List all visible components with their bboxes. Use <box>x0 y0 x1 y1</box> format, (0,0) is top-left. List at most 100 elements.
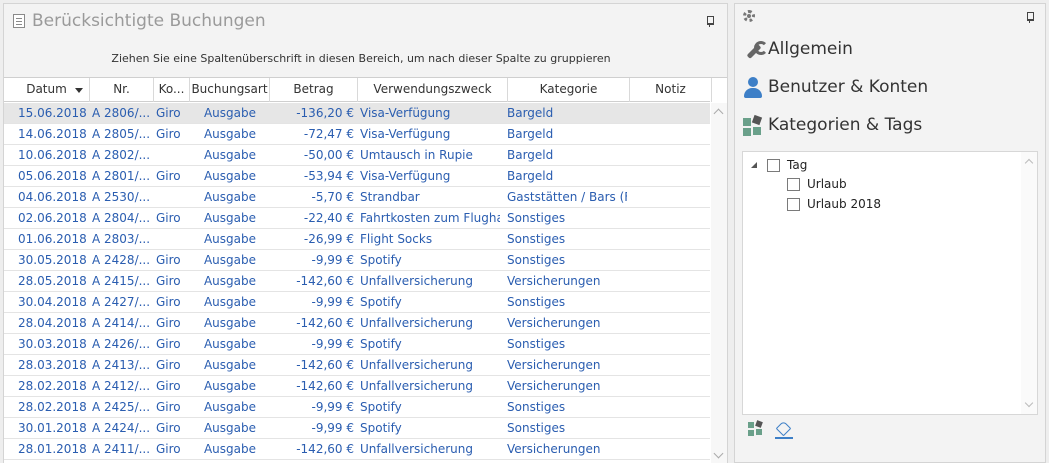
cell-betrag: -9,99 € <box>311 421 355 435</box>
tag-checkbox[interactable] <box>767 159 780 172</box>
cell-kategorie: Bargeld <box>507 148 554 162</box>
cell-konto: Giro <box>156 169 181 183</box>
urlaub-checkbox[interactable] <box>787 178 800 191</box>
table-row[interactable]: 14.06.2018 A 2805/... Giro Ausgabe -72,47 € V… <box>4 124 710 145</box>
column-header-betrag[interactable]: Betrag <box>270 78 358 102</box>
cell-konto: Giro <box>156 400 181 414</box>
column-header-verwendungszweck[interactable]: Verwendungszweck <box>358 78 508 102</box>
cell-nr: A 2427/... <box>92 295 151 309</box>
cell-buchungsart: Ausgabe <box>203 337 257 351</box>
sort-descending-icon <box>75 88 83 93</box>
scroll-up-icon[interactable] <box>1024 158 1034 168</box>
cell-konto: Giro <box>156 442 181 456</box>
cell-konto <box>156 187 192 207</box>
cell-buchungsart: Ausgabe <box>203 421 257 435</box>
column-header-datum[interactable]: Datum <box>4 78 90 102</box>
cell-kategorie: Versicherungen <box>507 379 601 393</box>
cell-konto <box>156 229 192 249</box>
nav-item-allgemein[interactable]: Allgemein <box>741 36 1031 64</box>
table-row[interactable]: 28.01.2018 A 2411/... Giro Ausgabe -142,60 €… <box>4 439 710 460</box>
cell-kategorie: Versicherungen <box>507 274 601 288</box>
table-row[interactable]: 05.06.2018 A 2801/... Giro Ausgabe -53,94 € V… <box>4 166 710 187</box>
cell-konto: Giro <box>156 106 181 120</box>
tree-node-tag[interactable]: Tag <box>751 157 951 175</box>
nav-item-benutzer-konten[interactable]: Benutzer & Konten <box>741 74 1031 102</box>
tree-scrollbar[interactable] <box>1021 152 1037 414</box>
tree-node-label: Urlaub <box>807 177 847 191</box>
column-header-buchungsart[interactable]: Buchungsart <box>190 78 270 102</box>
grid-scrollbar[interactable] <box>711 103 727 463</box>
cell-nr: A 2428/... <box>92 253 151 267</box>
cell-konto: Giro <box>156 337 181 351</box>
table-row[interactable]: 15.06.2018 A 2806/... Giro Ausgabe -136,20 €… <box>4 103 710 124</box>
user-icon <box>744 77 762 99</box>
table-row[interactable]: 04.06.2018 A 2530/... Ausgabe -5,70 € Strand… <box>4 187 710 208</box>
table-row[interactable]: 28.04.2018 A 2414/... Giro Ausgabe -142,60 €… <box>4 313 710 334</box>
cell-buchungsart: Ausgabe <box>203 379 257 393</box>
cell-konto: Giro <box>156 358 181 372</box>
cell-betrag: -142,60 € <box>296 316 354 330</box>
tree-node-urlaub-2018[interactable]: Urlaub 2018 <box>751 196 951 214</box>
settings-panel: Allgemein Benutzer & Konten Kategorien &… <box>734 3 1046 463</box>
table-row[interactable]: 28.02.2018 A 2412/... Giro Ausgabe -142,60 €… <box>4 376 710 397</box>
scroll-down-icon[interactable] <box>713 448 724 459</box>
table-row[interactable]: 28.03.2018 A 2413/... Giro Ausgabe -142,60 €… <box>4 355 710 376</box>
group-drop-area[interactable]: Ziehen Sie eine Spaltenüberschrift in di… <box>4 52 718 65</box>
column-header-kategorie[interactable]: Kategorie <box>508 78 630 102</box>
cell-kategorie: Bargeld <box>507 106 554 120</box>
table-row[interactable]: 28.05.2018 A 2415/... Giro Ausgabe -142,60 €… <box>4 271 710 292</box>
cell-buchungsart: Ausgabe <box>203 190 257 204</box>
cell-verwendungszweck: Unfallversicherung <box>360 379 473 393</box>
panel-header: Berücksichtigte Buchungen <box>4 4 727 38</box>
table-row[interactable]: 28.02.2018 A 2425/... Giro Ausgabe -9,99 € Sp… <box>4 397 710 418</box>
cell-betrag: -5,70 € <box>311 190 355 204</box>
table-row[interactable]: 30.05.2018 A 2428/... Giro Ausgabe -9,99 € Sp… <box>4 250 710 271</box>
urlaub-2018-checkbox[interactable] <box>787 198 800 211</box>
cell-buchungsart: Ausgabe <box>203 358 257 372</box>
cell-nr: A 2413/... <box>92 358 151 372</box>
cell-nr: A 2414/... <box>92 316 151 330</box>
cell-buchungsart: Ausgabe <box>203 169 257 183</box>
column-header-konto[interactable]: Ko... <box>154 78 190 102</box>
cell-nr: A 2426/... <box>92 337 151 351</box>
cell-nr: A 2802/... <box>92 148 151 162</box>
cell-verwendungszweck: Spotify <box>360 253 402 267</box>
scroll-down-icon[interactable] <box>1024 398 1034 408</box>
cell-datum: 15.06.2018 <box>18 106 87 120</box>
cell-datum: 28.03.2018 <box>18 358 87 372</box>
column-header-notiz[interactable]: Notiz <box>630 78 712 102</box>
cell-datum: 04.06.2018 <box>18 190 87 204</box>
cell-buchungsart: Ausgabe <box>203 400 257 414</box>
table-row[interactable]: 10.06.2018 A 2802/... Ausgabe -50,00 € Umtau… <box>4 145 710 166</box>
table-row[interactable]: 30.03.2018 A 2426/... Giro Ausgabe -9,99 € Sp… <box>4 334 710 355</box>
pin-icon[interactable] <box>706 16 714 27</box>
cell-verwendungszweck: Unfallversicherung <box>360 442 473 456</box>
table-row[interactable]: 02.06.2018 A 2804/... Giro Ausgabe -22,40 € F… <box>4 208 710 229</box>
cell-kategorie: Sonstiges <box>507 421 566 435</box>
categories-tab-icon[interactable] <box>748 420 764 437</box>
wrench-icon <box>743 41 768 61</box>
cell-kategorie: Bargeld <box>507 127 554 141</box>
tree-node-urlaub[interactable]: Urlaub <box>751 176 951 194</box>
cell-betrag: -142,60 € <box>296 358 354 372</box>
tags-tab-icon[interactable] <box>775 421 793 439</box>
table-row[interactable]: 30.04.2018 A 2427/... Giro Ausgabe -9,99 € Sp… <box>4 292 710 313</box>
table-row[interactable]: 30.01.2018 A 2424/... Giro Ausgabe -9,99 € Sp… <box>4 418 710 439</box>
cell-datum: 01.06.2018 <box>18 232 87 246</box>
cell-datum: 30.01.2018 <box>18 421 87 435</box>
cell-verwendungszweck: Unfallversicherung <box>360 274 473 288</box>
cell-nr: A 2801/... <box>92 169 151 183</box>
table-row[interactable]: 01.06.2018 A 2803/... Ausgabe -26,99 € Fligh… <box>4 229 710 250</box>
tree-expand-icon[interactable] <box>751 162 757 168</box>
cell-buchungsart: Ausgabe <box>203 274 257 288</box>
pin-icon[interactable] <box>1026 12 1034 23</box>
cell-betrag: -136,20 € <box>296 106 354 120</box>
column-header-nr[interactable]: Nr. <box>90 78 154 102</box>
cell-konto: Giro <box>156 421 181 435</box>
cell-konto: Giro <box>156 127 181 141</box>
scroll-up-icon[interactable] <box>713 108 724 119</box>
cell-nr: A 2530/... <box>92 190 151 204</box>
nav-item-kategorien-tags[interactable]: Kategorien & Tags <box>741 112 1031 140</box>
cell-betrag: -26,99 € <box>303 232 354 246</box>
grid-header: Datum Nr. Ko... Buchungsart Betrag Verwe… <box>4 78 712 102</box>
